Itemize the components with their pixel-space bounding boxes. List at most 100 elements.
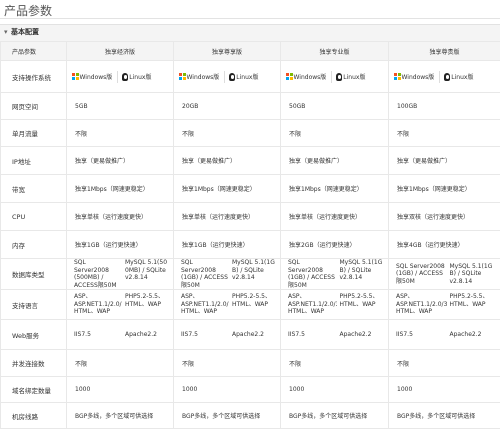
windows-icon [286,73,293,80]
db-cell: SQL Server2008 (1GB) / ACCESS限50M MySQL 5… [388,258,500,290]
os-windows: Windows版 [72,72,112,81]
web-cell: IIS7.5 Apache2.2 [66,319,174,350]
concurrency-value: 不限 [173,349,281,377]
traffic-value: 不限 [66,119,174,147]
traffic-value: 不限 [280,119,389,147]
db-secondary: MySQL 5.1(50 0MB) / SQLite v2.8.14 [125,259,168,282]
plan-header-noble: 独享尊贵版 [388,41,500,61]
section-header-basic-config[interactable]: ▾ 基本配置 [0,24,500,42]
concurrency-value: 不限 [388,349,500,377]
os-linux-label: Linux版 [129,74,152,81]
memory-value: 独享1GB（运行更快速） [173,230,281,259]
row-lang: 支持语言ASP、ASP.NET1.1/2.0/3.5/4.0/4.5 HTML、… [0,289,500,320]
lang-cell: ASP、ASP.NET1.1/2.0/3.5/4.0/4.5 HTML、WAPP… [280,289,389,320]
lang-secondary: PHP5.2-5.5、HTML、WAP [339,293,379,308]
plan-header-economy: 独享经济版 [66,41,174,61]
row-label: 单月流量 [0,119,67,147]
linux-icon [229,72,236,81]
datacenter-value: BGP多线，多个区域可供选择 [388,402,500,429]
memory-value: 独享4GB（运行更快速） [388,230,500,259]
lang-secondary: PHP5.2-5.5、HTML、WAP [232,293,271,308]
row-label: 域名绑定数量 [0,376,67,403]
datacenter-value: BGP多线，多个区域可供选择 [173,402,281,429]
os-divider [117,70,119,83]
ip-value: 独享（更易做推广） [388,146,500,175]
concurrency-value: 不限 [280,349,389,377]
bandwidth-value: 独享1Mbps（网速更稳定） [173,174,281,203]
windows-icon [394,73,401,80]
os-windows-label: Windows版 [401,74,435,81]
cpu-value: 独享双核（运行速度更快） [388,202,500,231]
row-cpu: CPU 独享单核（运行速度更快） 独享单核（运行速度更快） 独享单核（运行速度更快）独… [0,202,500,231]
domains-value: 1000 [173,376,281,403]
lang-secondary: PHP5.2-5.5、HTML、WAP [125,293,164,308]
os-linux-label: Linux版 [451,74,474,81]
space-value: 50GB [280,92,389,120]
collapse-arrow-icon[interactable]: ▾ [4,28,8,36]
row-memory: 内存 独享1GB（运行更快速） 独享1GB（运行更快速） 独享2GB（运行更快速） 独享… [0,230,500,259]
db-cell: SQL Server2008 (1GB) / ACCESS限50M MySQL 5… [173,258,281,290]
db-primary: SQL Server2008 (1GB) / ACCESS限50M [288,259,335,289]
os-linux: Linux版 [444,72,473,81]
os-windows-label: Windows版 [293,74,327,81]
db-secondary: MySQL 5.1(1G B) / SQLite v2.8.14 [232,259,275,282]
row-concurrency: 并发连接数 不限 不限 不限 不限 [0,349,500,377]
web-primary: IIS7.5 [396,330,413,338]
os-divider [439,70,441,83]
db-cell: SQL Server2008 (1GB) / ACCESS限50M MySQL 5… [280,258,389,290]
os-linux: Linux版 [229,72,258,81]
row-label: CPU [0,202,67,231]
web-cell: IIS7.5 Apache2.2 [173,319,281,350]
db-primary: SQL Server2008 (1GB) / ACCESS限50M [181,259,228,289]
db-secondary: MySQL 5.1(1G B) / SQLite v2.8.14 [339,259,383,282]
lang-primary: ASP、ASP.NET1.1/2.0/3.5/4.0/4.5 HTML、WAP [74,293,122,316]
cpu-value: 独享单核（运行速度更快） [280,202,389,231]
os-cell: Windows版 Linux版 [66,60,174,93]
db-primary: SQL Server2008 (500MB) / ACCESS限50M [74,259,117,289]
os-windows: Windows版 [394,72,434,81]
os-divider [224,70,226,83]
row-domains: 域名绑定数量 1000 1000 1000 1000 [0,376,500,403]
row-db: 数据库类型 SQL Server2008 (500MB) / ACCESS限50M… [0,258,500,290]
os-windows-label: Windows版 [186,74,220,81]
row-label: 支持操作系统 [0,60,67,93]
memory-value: 独享2GB（运行更快速） [280,230,389,259]
datacenter-value: BGP多线，多个区域可供选择 [280,402,389,429]
row-label: 带宽 [0,174,67,203]
web-primary: IIS7.5 [181,330,198,338]
domains-value: 1000 [66,376,174,403]
lang-primary: ASP、ASP.NET1.1/2.0/3.5/4.0/4.5 HTML、WAP [181,293,229,316]
page-title: 产品参数 [4,4,53,18]
bandwidth-value: 独享1Mbps（网速更稳定） [280,174,389,203]
traffic-value: 不限 [388,119,500,147]
ip-value: 独享（更易做推广） [173,146,281,175]
domains-value: 1000 [280,376,389,403]
bandwidth-value: 独享1Mbps（网速更稳定） [388,174,500,203]
row-label: IP地址 [0,146,67,175]
plan-header-premium: 独享尊享版 [173,41,281,61]
web-secondary: Apache2.2 [125,330,157,338]
db-secondary: MySQL 5.1(1G B) / SQLite v2.8.14 [449,262,493,285]
os-windows: Windows版 [179,72,219,81]
os-linux-label: Linux版 [343,74,366,81]
windows-icon [179,73,186,80]
lang-cell: ASP、ASP.NET1.1/2.0/3.5/4.0/4.5 HTML、WAPP… [173,289,281,320]
lang-secondary: PHP5.2-5.5、HTML、WAP [449,293,489,308]
space-value: 5GB [66,92,174,120]
row-label: 网页空间 [0,92,67,120]
web-primary: IIS7.5 [288,330,305,338]
row-label: 并发连接数 [0,349,67,377]
cpu-value: 独享单核（运行速度更快） [173,202,281,231]
row-traffic: 单月流量 不限 不限 不限 不限 [0,119,500,147]
row-datacenter: 机房线路 BGP多线，多个区域可供选择 BGP多线，多个区域可供选择 BGP多线，多个… [0,402,500,429]
row-space: 网页空间 5GB 20GB 50GB 100GB [0,92,500,120]
bandwidth-value: 独享1Mbps（网速更稳定） [66,174,174,203]
row-label: Web服务 [0,319,67,350]
os-cell: Windows版 Linux版 [173,60,281,93]
space-value: 100GB [388,92,500,120]
web-secondary: Apache2.2 [232,330,264,338]
row-bandwidth: 带宽 独享1Mbps（网速更稳定） 独享1Mbps（网速更稳定） 独享1Mbps（网速… [0,174,500,203]
os-linux: Linux版 [336,72,365,81]
cpu-value: 独享单核（运行速度更快） [66,202,174,231]
os-divider [331,70,333,83]
